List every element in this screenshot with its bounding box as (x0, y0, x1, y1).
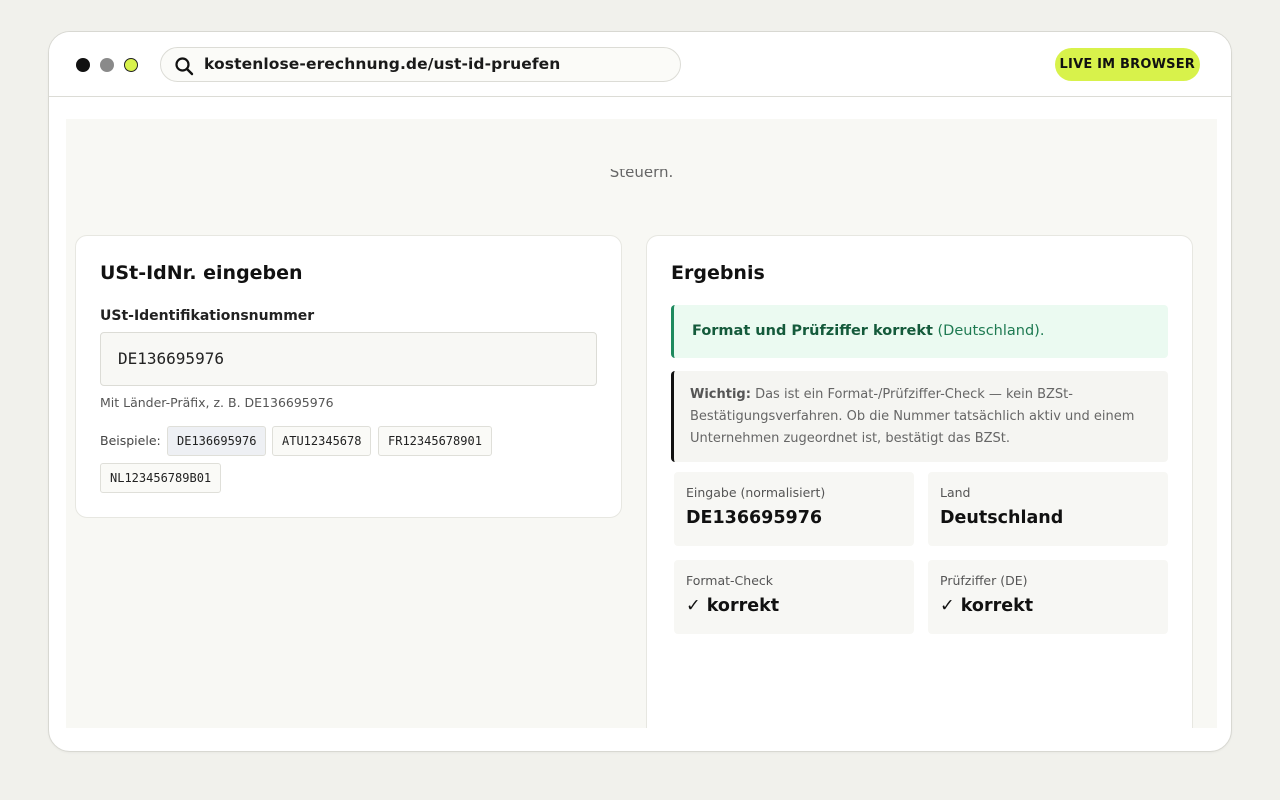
stat-label: Format-Check (686, 573, 774, 588)
stat-country: Land Deutschland (928, 472, 1168, 546)
vat-id-label: USt-Identifikationsnummer (100, 308, 315, 324)
address-bar[interactable]: kostenlose-erechnung.de/ust-id-pruefen (160, 47, 681, 82)
stat-value: DE136695976 (686, 508, 823, 528)
result-card: Ergebnis Format und Prüfziffer korrekt (… (646, 235, 1193, 728)
vat-id-input[interactable]: DE136695976 (100, 332, 597, 386)
important-note: Wichtig: Das ist ein Format-/Prüfziffer-… (671, 371, 1168, 462)
stat-label: Land (940, 485, 971, 500)
stat-value: ✓ korrekt (686, 596, 780, 616)
window-close-dot[interactable] (76, 58, 90, 72)
url-text: kostenlose-erechnung.de/ust-id-pruefen (204, 55, 561, 73)
input-card-title: USt-IdNr. eingeben (100, 262, 303, 284)
result-success-country: (Deutschland). (932, 323, 1045, 339)
result-card-title: Ergebnis (671, 262, 765, 284)
example-chip-fr[interactable]: FR12345678901 (378, 426, 492, 456)
example-chip-de[interactable]: DE136695976 (167, 426, 267, 456)
vat-id-hint: Mit Länder-Präfix, z. B. DE136695976 (100, 395, 334, 410)
result-success-strong: Format und Prüfziffer korrekt (692, 323, 933, 339)
example-chip-nl[interactable]: NL123456789B01 (100, 463, 222, 493)
examples-label: Beispiele: (100, 433, 161, 448)
stat-label: Prüfziffer (DE) (940, 573, 1028, 588)
result-success-banner: Format und Prüfziffer korrekt (Deutschla… (671, 305, 1168, 358)
stat-format-check: Format-Check ✓ korrekt (674, 560, 914, 634)
important-note-text: Das ist ein Format-/Prüfziffer-Check — k… (690, 387, 1135, 446)
stat-value: Deutschland (940, 508, 1064, 528)
page-canvas: Steuern. USt-IdNr. eingeben USt-Identifi… (66, 119, 1217, 728)
stat-normalized-input: Eingabe (normalisiert) DE136695976 (674, 472, 914, 546)
clipped-intro-text: Steuern. (66, 169, 1217, 177)
search-icon (175, 57, 194, 76)
important-note-label: Wichtig: (690, 387, 751, 402)
stat-checksum: Prüfziffer (DE) ✓ korrekt (928, 560, 1168, 634)
browser-window: kostenlose-erechnung.de/ust-id-pruefen L… (48, 31, 1232, 752)
window-maximize-dot[interactable] (124, 58, 138, 72)
window-minimize-dot[interactable] (100, 58, 114, 72)
stat-value: ✓ korrekt (940, 596, 1034, 616)
stat-label: Eingabe (normalisiert) (686, 485, 826, 500)
input-card: USt-IdNr. eingeben USt-Identifikationsnu… (75, 235, 622, 518)
live-badge: LIVE IM BROWSER (1054, 48, 1200, 81)
example-chip-at[interactable]: ATU12345678 (272, 426, 372, 456)
browser-toolbar: kostenlose-erechnung.de/ust-id-pruefen L… (49, 32, 1231, 97)
